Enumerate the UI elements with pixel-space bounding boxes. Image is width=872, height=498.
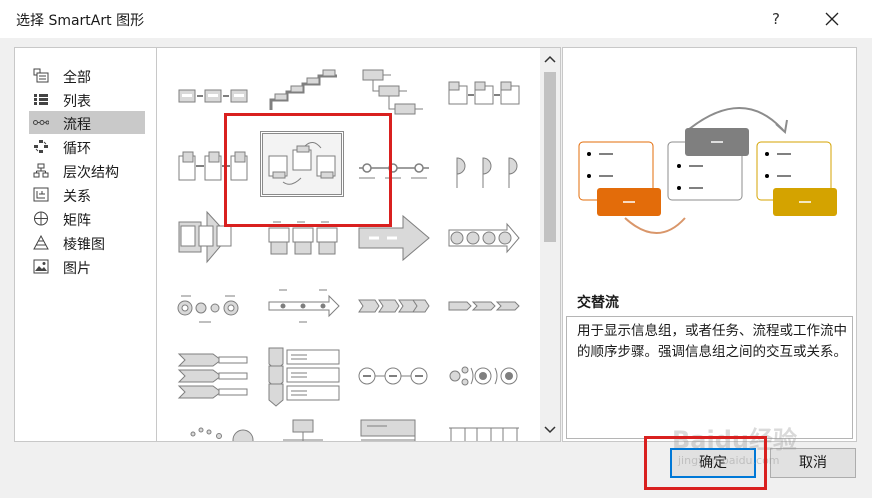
category-label: 流程 <box>63 117 91 133</box>
layout-thumbnail-pie-process[interactable] <box>443 138 525 202</box>
category-item-relationship[interactable]: 关系 <box>29 183 145 206</box>
annotation-highlight-ok <box>644 436 767 490</box>
scroll-up-button[interactable] <box>540 50 560 70</box>
layout-thumbnail-accent-process[interactable] <box>443 62 525 126</box>
relationship-icon <box>33 187 49 202</box>
category-item-list[interactable]: 列表 <box>29 88 145 111</box>
category-item-matrix[interactable]: 矩阵 <box>29 207 145 230</box>
scroll-thumb[interactable] <box>544 72 556 242</box>
gallery-scrollbar[interactable] <box>540 48 560 441</box>
category-item-process[interactable]: 流程 <box>29 111 145 134</box>
layout-thumbnail-bending-process[interactable] <box>353 412 435 441</box>
layout-title: 交替流 <box>577 295 619 311</box>
layout-thumbnail-circle-arrow[interactable] <box>443 206 525 270</box>
layout-thumbnail-circular-bending[interactable] <box>443 344 525 408</box>
layout-thumbnail-basic-chevron[interactable] <box>443 274 525 338</box>
pyramid-icon <box>33 235 49 250</box>
scroll-down-button[interactable] <box>540 419 560 439</box>
category-item-cycle[interactable]: 循环 <box>29 135 145 158</box>
category-label: 全部 <box>63 70 91 86</box>
layout-thumbnail-circle-process[interactable] <box>173 274 255 338</box>
category-label: 循环 <box>63 141 91 157</box>
chevron-up-icon <box>544 55 556 63</box>
category-item-all[interactable]: 全部 <box>29 64 145 87</box>
category-item-hierarchy[interactable]: 层次结构 <box>29 159 145 182</box>
layout-thumbnail-chevron-list[interactable] <box>353 274 435 338</box>
layout-thumbnail-descending-block[interactable] <box>443 412 525 441</box>
category-label: 图片 <box>63 261 91 277</box>
close-button[interactable] <box>812 4 852 34</box>
category-item-picture[interactable]: 图片 <box>29 255 145 278</box>
layout-thumbnail-segmented-arrow[interactable] <box>263 274 345 338</box>
alternating-flow-preview <box>578 107 837 234</box>
hierarchy-icon <box>33 163 49 178</box>
layout-gallery <box>156 47 561 442</box>
matrix-icon <box>34 211 48 226</box>
category-label: 层次结构 <box>63 165 119 181</box>
category-label: 列表 <box>63 94 91 110</box>
title-bar: 选择 SmartArt 图形 ? <box>0 0 872 38</box>
annotation-highlight-layout <box>224 113 392 227</box>
picture-icon <box>33 259 49 274</box>
close-icon <box>825 12 839 26</box>
category-label: 矩阵 <box>63 213 91 229</box>
category-label: 关系 <box>63 189 91 205</box>
category-list: 全部 列表 流程 循环 层次结构 关系 矩阵 棱锥图 图片 <box>14 47 156 442</box>
layout-description: 用于显示信息组，或者任务、流程或工作流中的顺序步骤。强调信息组之间的交互或关系。 <box>577 323 847 360</box>
preview-pane: 交替流 用于显示信息组，或者任务、流程或工作流中的顺序步骤。强调信息组之间的交互… <box>562 47 857 442</box>
layout-thumbnail-gear[interactable] <box>173 412 255 441</box>
dialog-title: 选择 SmartArt 图形 <box>16 13 145 29</box>
smartart-dialog: 选择 SmartArt 图形 ? 全部 列表 流程 循环 层次结构 关系 矩阵 … <box>0 0 872 498</box>
help-button[interactable]: ? <box>758 4 794 34</box>
all-icon <box>33 68 49 83</box>
layout-thumbnail-repeating-bending[interactable] <box>353 344 435 408</box>
layout-thumbnail-vertical-process-list[interactable] <box>263 344 345 408</box>
chevron-down-icon <box>544 426 556 434</box>
layout-thumbnail-vertical-chevron[interactable] <box>173 344 255 408</box>
process-icon <box>33 120 49 125</box>
layout-thumbnail-funnel[interactable] <box>263 412 345 441</box>
category-item-pyramid[interactable]: 棱锥图 <box>29 231 145 254</box>
category-label: 棱锥图 <box>63 237 105 253</box>
cycle-icon <box>34 140 48 153</box>
list-icon <box>34 94 48 105</box>
